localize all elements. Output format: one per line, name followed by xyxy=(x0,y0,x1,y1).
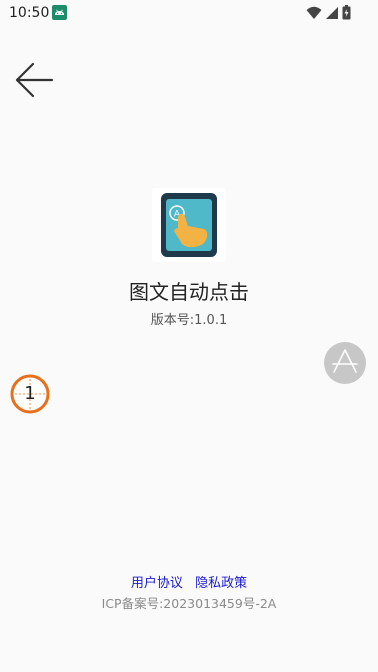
floating-action-button[interactable] xyxy=(324,342,366,384)
wifi-icon xyxy=(306,5,322,24)
click-point-marker[interactable]: 1 xyxy=(10,374,50,414)
click-point-number: 1 xyxy=(24,383,36,404)
triangle-a-icon xyxy=(332,348,358,378)
arrow-left-icon xyxy=(14,60,54,104)
status-time: 10:50 xyxy=(9,5,50,21)
battery-icon xyxy=(342,5,351,24)
status-bar: 10:50 xyxy=(0,0,378,26)
back-button[interactable] xyxy=(14,62,54,102)
android-icon xyxy=(52,5,67,20)
privacy-policy-link[interactable]: 隐私政策 xyxy=(195,576,247,591)
footer-links: 用户协议 隐私政策 xyxy=(0,572,378,591)
app-logo: A xyxy=(152,188,226,262)
status-indicators xyxy=(306,5,351,24)
icp-record: ICP备案号:2023013459号-2A xyxy=(101,596,277,611)
app-version: 版本号:1.0.1 xyxy=(150,313,228,328)
signal-icon xyxy=(325,5,339,24)
app-name: 图文自动点击 xyxy=(129,280,249,304)
user-agreement-link[interactable]: 用户协议 xyxy=(131,576,183,591)
